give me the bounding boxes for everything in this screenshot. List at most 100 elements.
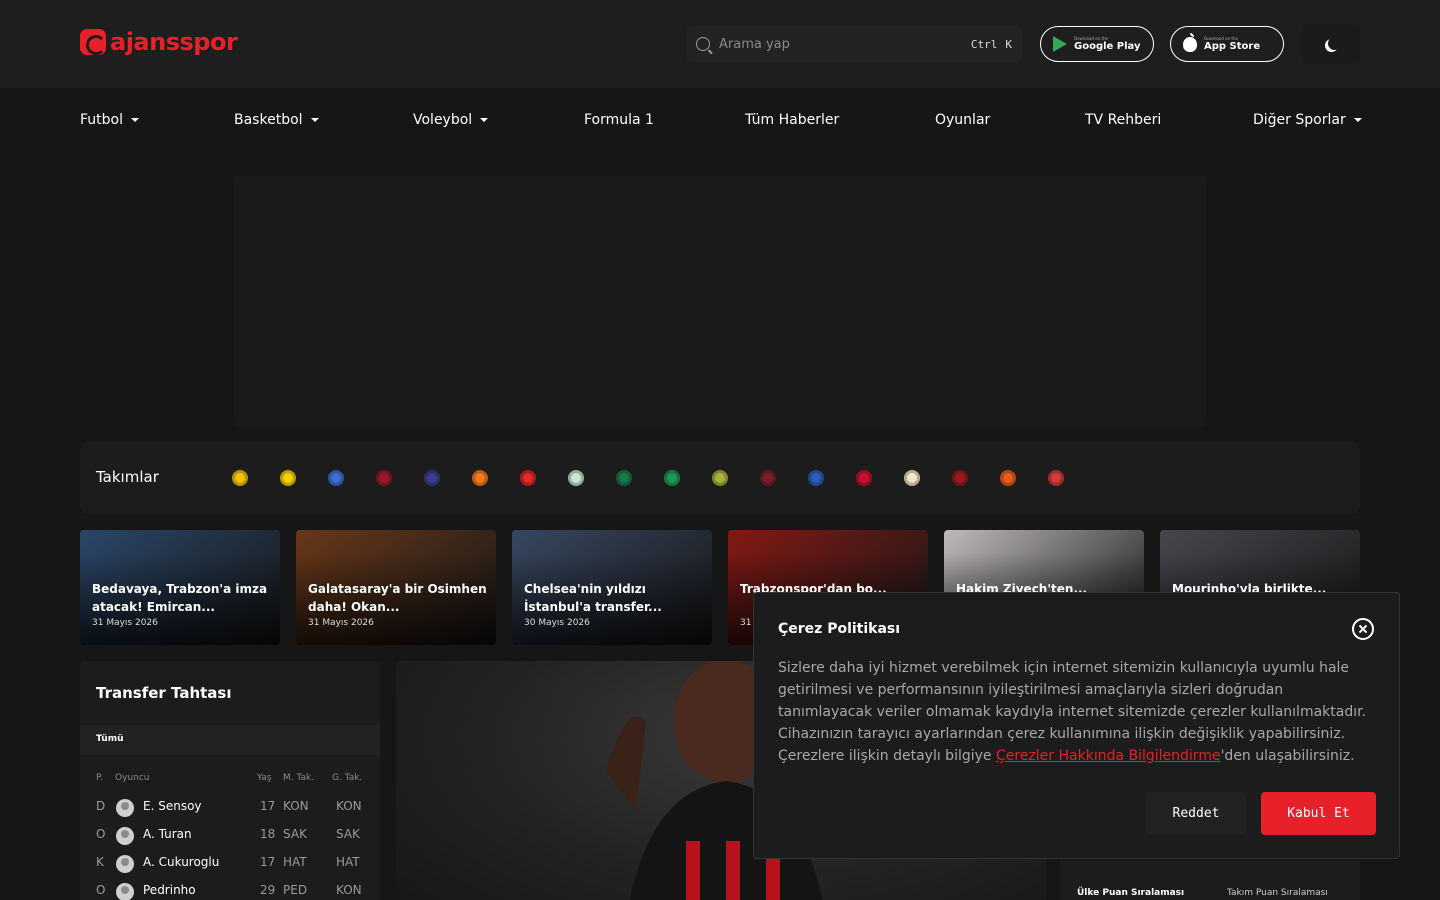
news-card-date: 31 — [740, 618, 752, 628]
team-badge-icon[interactable] — [712, 470, 728, 486]
main-nav: Futbol Basketbol Voleybol Formula 1 Tüm … — [80, 112, 1362, 136]
cookie-policy-link[interactable]: Çerezler Hakkında Bilgilendirme — [996, 748, 1221, 764]
news-card-title: Galatasaray'a bir Osimhen daha! Okan... — [308, 582, 487, 614]
moon-icon — [1328, 37, 1341, 50]
avatar — [116, 855, 134, 873]
team-badge-icon[interactable] — [1048, 470, 1064, 486]
nav-item-basketbol[interactable]: Basketbol — [234, 112, 319, 128]
row-from-team: PED — [283, 883, 308, 897]
close-icon[interactable] — [1352, 618, 1374, 640]
app-store-label: App Store — [1204, 40, 1261, 52]
col-header-age: Yaş — [257, 773, 272, 783]
row-age: 18 — [260, 827, 276, 841]
cookie-dialog: Çerez Politikası Sizlere daha iyi hizmet… — [753, 592, 1400, 859]
nav-label: Oyunlar — [935, 112, 991, 128]
row-from-team: KON — [283, 799, 309, 813]
apple-icon — [1183, 32, 1197, 52]
row-player-name: A. Turan — [143, 827, 192, 841]
nav-label: Formula 1 — [584, 112, 654, 128]
caret-down-icon — [480, 118, 489, 122]
row-to-team: SAK — [336, 827, 360, 841]
team-badge-icon[interactable] — [328, 470, 344, 486]
team-badge-icon[interactable] — [856, 470, 872, 486]
news-card-title: Chelsea'nin yıldızı İstanbul'a transfer.… — [524, 582, 662, 614]
tab-all[interactable]: Tümü — [96, 734, 123, 744]
row-position: K — [96, 855, 104, 869]
col-header-to: G. Tak. — [332, 773, 363, 783]
teams-title: Takımlar — [96, 468, 159, 486]
team-badge-icon[interactable] — [424, 470, 440, 486]
news-card[interactable]: Chelsea'nin yıldızı İstanbul'a transfer.… — [512, 530, 712, 645]
accept-button[interactable]: Kabul Et — [1261, 792, 1376, 835]
cookie-title: Çerez Politikası — [778, 621, 901, 637]
row-to-team: KON — [336, 799, 362, 813]
row-to-team: KON — [336, 883, 362, 897]
team-badge-icon[interactable] — [616, 470, 632, 486]
news-card-date: 31 Mayıs 2026 — [308, 618, 374, 628]
reject-button[interactable]: Reddet — [1146, 792, 1246, 834]
nav-label: TV Rehberi — [1085, 112, 1162, 128]
theme-toggle-button[interactable] — [1302, 24, 1360, 64]
table-row[interactable]: O A. Turan 18 SAK SAK — [80, 821, 380, 849]
ad-placeholder — [234, 176, 1206, 426]
nav-label: Futbol — [80, 112, 123, 128]
site-logo[interactable]: ajansspor — [80, 28, 238, 56]
logo-text: ajansspor — [110, 28, 238, 56]
row-age: 29 — [260, 883, 276, 897]
nav-item-voleybol[interactable]: Voleybol — [413, 112, 489, 128]
search-placeholder: Arama yap — [719, 36, 790, 52]
row-position: D — [96, 799, 106, 813]
news-card-title: Bedavaya, Trabzon'a imza atacak! Emircan… — [92, 582, 268, 614]
news-card-date: 30 Mayıs 2026 — [524, 618, 590, 628]
transfer-board: Transfer Tahtası Tümü P. Oyuncu Yaş M. T… — [80, 661, 380, 900]
google-play-button[interactable]: Download on the Google Play — [1040, 26, 1154, 62]
row-age: 17 — [260, 855, 276, 869]
team-badge-icon[interactable] — [520, 470, 536, 486]
logo-icon — [80, 29, 106, 55]
tab-team-ranking[interactable]: Takım Puan Sıralaması — [1227, 888, 1328, 898]
row-from-team: HAT — [283, 855, 307, 869]
news-card[interactable]: Galatasaray'a bir Osimhen daha! Okan... 3… — [296, 530, 496, 645]
nav-label: Basketbol — [234, 112, 303, 128]
nav-label: Tüm Haberler — [745, 112, 840, 128]
cookie-text-tail: 'den ulaşabilirsiniz. — [1220, 748, 1355, 764]
table-row[interactable]: K A. Cukuroglu 17 HAT HAT — [80, 849, 380, 877]
row-player-name: Pedrinho — [143, 883, 196, 897]
team-badge-icon[interactable] — [904, 470, 920, 486]
row-player-name: E. Sensoy — [143, 799, 202, 813]
team-badge-icon[interactable] — [1000, 470, 1016, 486]
top-header: ajansspor Arama yap Ctrl K Download on t… — [0, 0, 1440, 88]
search-input[interactable]: Arama yap Ctrl K — [686, 26, 1022, 62]
nav-label: Voleybol — [413, 112, 473, 128]
team-badge-icon[interactable] — [952, 470, 968, 486]
nav-item-tv-rehberi[interactable]: TV Rehberi — [1085, 112, 1161, 128]
team-badge-icon[interactable] — [232, 470, 248, 486]
shortcut-ctrl: Ctrl — [970, 37, 998, 51]
table-row[interactable]: D E. Sensoy 17 KON KON — [80, 793, 380, 821]
table-row[interactable]: O Pedrinho 29 PED KON — [80, 877, 380, 900]
tab-country-ranking[interactable]: Ülke Puan Sıralaması — [1077, 888, 1184, 898]
app-store-button[interactable]: Download on the App Store — [1170, 26, 1284, 62]
team-badge-icon[interactable] — [568, 470, 584, 486]
nav-item-formula-1[interactable]: Formula 1 — [584, 112, 654, 128]
nav-item-diger-sporlar[interactable]: Diğer Sporlar — [1253, 112, 1362, 128]
news-card[interactable]: Bedavaya, Trabzon'a imza atacak! Emircan… — [80, 530, 280, 645]
avatar — [116, 883, 134, 900]
search-icon — [696, 37, 710, 51]
team-badge-icon[interactable] — [280, 470, 296, 486]
team-badge-icon[interactable] — [664, 470, 680, 486]
col-header-pos: P. — [96, 773, 103, 783]
col-header-from: M. Tak. — [283, 773, 315, 783]
caret-down-icon — [310, 118, 319, 122]
row-player-name: A. Cukuroglu — [143, 855, 220, 869]
nav-item-tum-haberler[interactable]: Tüm Haberler — [745, 112, 839, 128]
shortcut-key: K — [1005, 37, 1012, 51]
team-badge-icon[interactable] — [472, 470, 488, 486]
team-badge-icon[interactable] — [760, 470, 776, 486]
nav-item-futbol[interactable]: Futbol — [80, 112, 139, 128]
nav-item-oyunlar[interactable]: Oyunlar — [935, 112, 990, 128]
nav-label: Diğer Sporlar — [1253, 112, 1346, 128]
team-badge-icon[interactable] — [808, 470, 824, 486]
avatar — [116, 827, 134, 845]
team-badge-icon[interactable] — [376, 470, 392, 486]
